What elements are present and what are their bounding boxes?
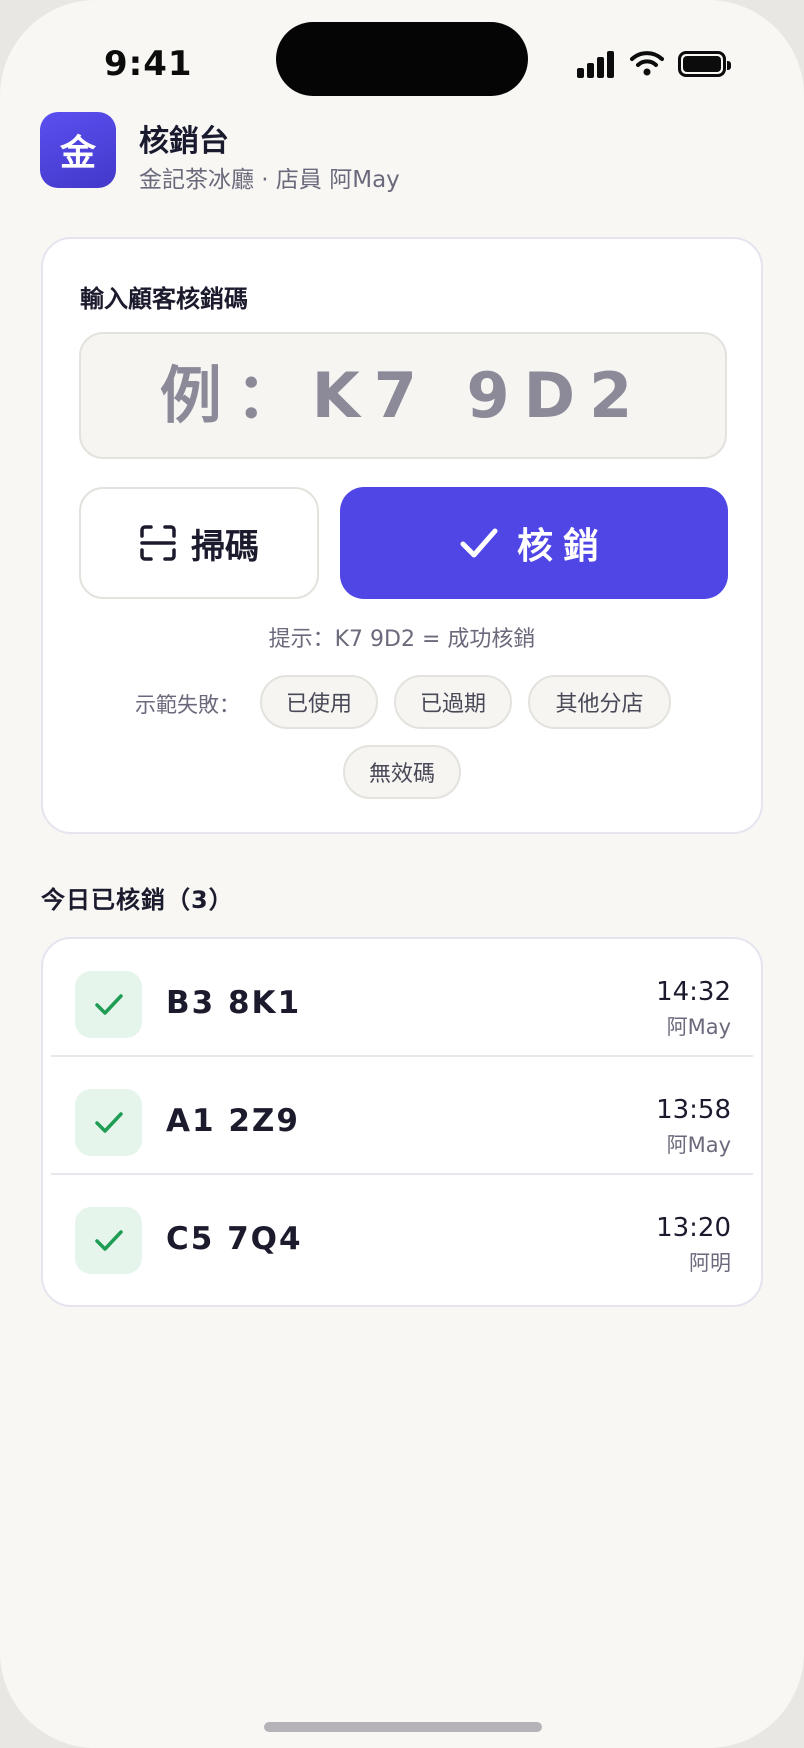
- redeemed-time: 13:58: [656, 1095, 731, 1125]
- check-icon: [94, 1111, 123, 1133]
- wifi-icon: [630, 51, 664, 76]
- checkmark-icon: [460, 528, 498, 558]
- demo-chip-invalid[interactable]: 無效碼: [343, 745, 461, 799]
- success-badge: [75, 1207, 142, 1274]
- redeemed-list: B3 8K1 14:32 阿May A1 2Z9 13:58 阿May C5 7…: [41, 937, 763, 1307]
- scan-button-label: 掃碼: [191, 527, 259, 566]
- demo-chip-used[interactable]: 已使用: [260, 675, 378, 729]
- redeemed-time: 13:20: [656, 1213, 731, 1243]
- demo-failure-label: 示範失敗：: [135, 693, 240, 717]
- hint-text: 提示：K7 9D2 = 成功核銷: [268, 627, 536, 652]
- verify-button[interactable]: 核銷: [340, 487, 728, 599]
- redeemed-staff: 阿May: [666, 1133, 731, 1157]
- check-icon: [94, 1229, 123, 1251]
- demo-chip-other-branch[interactable]: 其他分店: [528, 675, 671, 729]
- battery-icon: [678, 51, 731, 77]
- demo-chip-expired[interactable]: 已過期: [394, 675, 512, 729]
- history-title: 今日已核銷（3）: [41, 886, 234, 914]
- scan-frame-icon: [140, 525, 176, 561]
- status-time: 9:41: [104, 44, 193, 84]
- redeemed-staff: 阿明: [689, 1251, 731, 1275]
- success-badge: [75, 1089, 142, 1156]
- list-item[interactable]: A1 2Z9 13:58 阿May: [43, 1057, 761, 1175]
- home-indicator[interactable]: [264, 1722, 542, 1732]
- redeemed-code: B3 8K1: [166, 985, 302, 1021]
- store-staff-subtitle: 金記茶冰廳 · 店員 阿May: [139, 167, 400, 193]
- redeemed-code: C5 7Q4: [166, 1221, 303, 1257]
- store-logo: 金: [40, 112, 116, 188]
- cellular-signal-icon: [577, 50, 615, 78]
- redeemed-time: 14:32: [656, 977, 731, 1007]
- phone-screen: 9:41 金 核銷台 金記茶冰廳 · 店員 阿May 輸入顧客核銷碼 掃碼: [0, 0, 804, 1748]
- success-badge: [75, 971, 142, 1038]
- verify-button-label: 核銷: [516, 525, 609, 566]
- list-item[interactable]: C5 7Q4 13:20 阿明: [43, 1175, 761, 1293]
- dynamic-island: [276, 22, 528, 96]
- scan-button[interactable]: 掃碼: [79, 487, 319, 599]
- redeemed-staff: 阿May: [666, 1015, 731, 1039]
- redeemed-code: A1 2Z9: [166, 1103, 300, 1139]
- code-input-label: 輸入顧客核銷碼: [80, 285, 248, 313]
- check-icon: [94, 993, 123, 1015]
- list-item[interactable]: B3 8K1 14:32 阿May: [43, 939, 761, 1057]
- redeem-code-input[interactable]: [79, 332, 727, 459]
- redeem-card: 輸入顧客核銷碼 掃碼 核銷 提示：K7 9D2 = 成功核銷 示範失敗： 已使用…: [41, 237, 763, 834]
- page-title: 核銷台: [139, 124, 229, 159]
